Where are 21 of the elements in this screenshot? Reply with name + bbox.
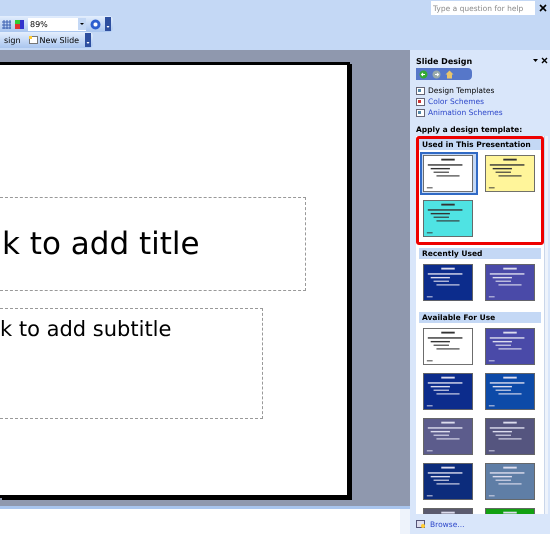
new-slide-icon (28, 36, 38, 44)
back-icon[interactable] (419, 70, 428, 78)
grid-icon[interactable] (2, 20, 11, 28)
zoom-dropdown[interactable]: 89% (28, 18, 86, 30)
new-slide-button[interactable]: New Slide (26, 33, 82, 47)
forward-icon[interactable] (432, 70, 441, 78)
design-button[interactable]: sign (2, 33, 23, 47)
template-icon (416, 86, 425, 94)
toolbar-options-icon[interactable] (85, 33, 92, 47)
template-icon (416, 98, 425, 106)
help-icon[interactable] (90, 18, 101, 30)
subtitle-placeholder[interactable]: k to add subtitle (0, 308, 263, 419)
pane-menu-icon[interactable] (532, 57, 548, 65)
toolbar-options-icon[interactable] (105, 17, 111, 31)
template-icon (416, 108, 425, 116)
close-icon[interactable] (539, 4, 547, 12)
home-icon[interactable] (445, 70, 454, 78)
browse-icon (416, 520, 426, 528)
title-placeholder[interactable]: k to add title (0, 197, 306, 291)
pane-title: Slide Design (416, 56, 472, 66)
color-icon[interactable] (15, 20, 24, 28)
